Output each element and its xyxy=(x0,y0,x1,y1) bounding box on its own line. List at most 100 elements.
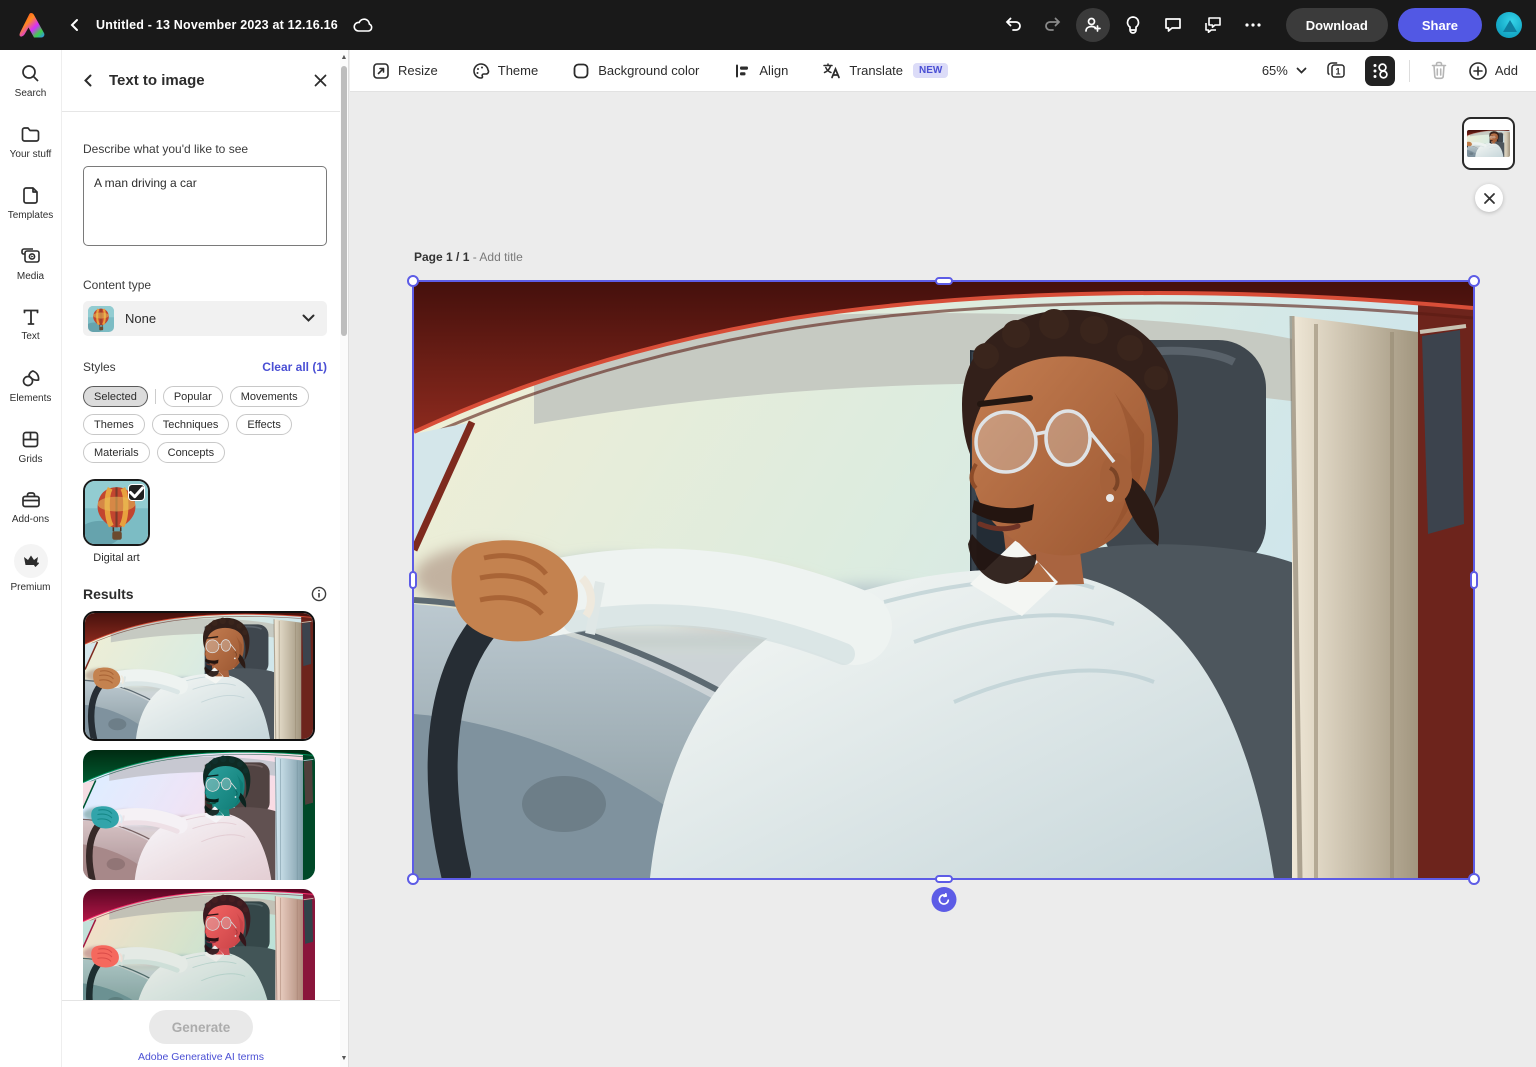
delete-button[interactable] xyxy=(1424,56,1454,86)
sidebar-item-premium[interactable]: Premium xyxy=(0,538,61,599)
style-chip-popular[interactable]: Popular xyxy=(163,386,223,407)
toolbar-divider xyxy=(1409,60,1410,82)
resize-handle-sw[interactable] xyxy=(407,873,419,885)
scrollbar-up-arrow[interactable]: ▲ xyxy=(340,52,348,64)
templates-icon xyxy=(20,185,41,206)
text-icon xyxy=(21,307,41,327)
style-chip-movements[interactable]: Movements xyxy=(230,386,309,407)
sidebar-item-templates[interactable]: Templates xyxy=(0,172,61,233)
chevron-down-icon xyxy=(302,314,315,323)
background-color-button[interactable]: Background color xyxy=(572,62,699,80)
content-type-value: None xyxy=(125,311,156,326)
zoom-level-control[interactable]: 65% xyxy=(1262,63,1307,78)
sidebar-item-text[interactable]: Text xyxy=(0,294,61,355)
versions-button[interactable] xyxy=(1196,8,1230,42)
redo-button[interactable] xyxy=(1036,8,1070,42)
sidebar-item-search[interactable]: Search xyxy=(0,50,61,111)
page-thumbnail[interactable] xyxy=(1462,117,1515,170)
undo-button[interactable] xyxy=(996,8,1030,42)
page-title-placeholder[interactable]: - Add title xyxy=(473,250,523,264)
theme-button[interactable]: Theme xyxy=(472,62,538,80)
generate-button[interactable]: Generate xyxy=(149,1010,254,1044)
document-title[interactable]: Untitled - 13 November 2023 at 12.16.16 xyxy=(96,18,338,32)
media-icon xyxy=(20,246,42,267)
prompt-input[interactable]: A man driving a car xyxy=(83,166,327,246)
sidebar-item-grids[interactable]: Grids xyxy=(0,416,61,477)
generated-image[interactable] xyxy=(414,282,1473,878)
plus-circle-icon xyxy=(1468,61,1488,81)
close-icon xyxy=(1483,192,1496,205)
pages-view-button[interactable]: 1 xyxy=(1321,56,1351,86)
panel-footer: Generate Adobe Generative AI terms xyxy=(62,1000,340,1067)
resize-handle-se[interactable] xyxy=(1468,873,1480,885)
chip-divider xyxy=(155,389,156,404)
adobe-express-logo[interactable] xyxy=(18,12,46,38)
sidebar-item-media[interactable]: Media xyxy=(0,233,61,294)
page-number: Page 1 / 1 xyxy=(414,250,469,264)
panel-header: Text to image xyxy=(62,50,348,112)
clear-all-link[interactable]: Clear all (1) xyxy=(262,360,327,374)
comment-button[interactable] xyxy=(1156,8,1190,42)
resize-handle-ne[interactable] xyxy=(1468,275,1480,287)
style-chip-themes[interactable]: Themes xyxy=(83,414,145,435)
page-label[interactable]: Page 1 / 1 - Add title xyxy=(414,250,523,264)
text-to-image-panel: Text to image Describe what you'd like t… xyxy=(62,50,349,1067)
translate-button[interactable]: Translate NEW xyxy=(822,62,948,80)
style-chip-concepts[interactable]: Concepts xyxy=(157,442,225,463)
scrollbar-thumb[interactable] xyxy=(341,66,347,336)
align-button[interactable]: Align xyxy=(733,62,788,80)
lightbulb-tips-button[interactable] xyxy=(1116,8,1150,42)
resize-handle-right[interactable] xyxy=(1470,571,1478,589)
resize-handle-top[interactable] xyxy=(935,277,953,285)
zoom-level-value: 65% xyxy=(1262,63,1288,78)
panel-back-button[interactable] xyxy=(82,74,95,87)
info-icon[interactable] xyxy=(311,586,327,602)
chevron-down-icon xyxy=(1296,67,1307,75)
close-pages-panel-button[interactable] xyxy=(1475,184,1503,212)
grids-icon xyxy=(20,429,41,450)
result-thumbnail-1[interactable] xyxy=(83,611,315,741)
style-category-chips: Selected Popular Movements Themes Techni… xyxy=(83,386,327,463)
style-card-digital-art[interactable]: Digital art xyxy=(83,479,150,564)
download-button[interactable]: Download xyxy=(1286,8,1388,42)
canvas-toolbar: Resize Theme Background color Align Tran… xyxy=(350,50,1536,92)
sidebar-item-add-ons[interactable]: Add-ons xyxy=(0,477,61,538)
results-label: Results xyxy=(83,586,134,602)
panel-close-button[interactable] xyxy=(313,73,328,88)
styles-label: Styles xyxy=(83,360,116,374)
main-area: Resize Theme Background color Align Tran… xyxy=(350,50,1536,1067)
cloud-sync-icon xyxy=(352,16,374,34)
user-avatar[interactable] xyxy=(1496,12,1522,38)
result-thumbnail-2[interactable] xyxy=(83,750,315,880)
result-thumbnail-3[interactable] xyxy=(83,889,315,1000)
scenes-panel-toggle-button[interactable] xyxy=(1365,56,1395,86)
style-chip-materials[interactable]: Materials xyxy=(83,442,150,463)
canvas-workspace[interactable]: Page 1 / 1 - Add title xyxy=(350,92,1536,1067)
share-button[interactable]: Share xyxy=(1398,8,1482,42)
panel-scrollbar[interactable]: ▲ ▼ xyxy=(340,50,348,1067)
resize-handle-nw[interactable] xyxy=(407,275,419,287)
resize-button[interactable]: Resize xyxy=(372,62,438,80)
more-options-button[interactable] xyxy=(1236,8,1270,42)
content-type-select[interactable]: None xyxy=(83,301,327,336)
invite-collaborators-button[interactable] xyxy=(1076,8,1110,42)
sidebar-item-elements[interactable]: Elements xyxy=(0,355,61,416)
elements-icon xyxy=(20,368,42,389)
style-chip-effects[interactable]: Effects xyxy=(236,414,291,435)
pages-icon: 1 xyxy=(1325,61,1347,81)
style-chip-techniques[interactable]: Techniques xyxy=(152,414,230,435)
back-button[interactable] xyxy=(68,18,82,32)
resize-handle-bottom[interactable] xyxy=(935,875,953,883)
style-selected-checkbox[interactable] xyxy=(128,484,145,501)
prompt-label: Describe what you'd like to see xyxy=(83,142,327,156)
theme-icon xyxy=(472,62,490,80)
scrollbar-down-arrow[interactable]: ▼ xyxy=(340,1053,348,1065)
crown-icon xyxy=(14,544,48,578)
generative-ai-terms-link[interactable]: Adobe Generative AI terms xyxy=(138,1051,264,1063)
add-content-button[interactable]: Add xyxy=(1468,61,1518,81)
background-color-icon xyxy=(572,62,590,80)
sidebar-item-your-stuff[interactable]: Your stuff xyxy=(0,111,61,172)
style-chip-selected[interactable]: Selected xyxy=(83,386,148,407)
rotate-handle[interactable] xyxy=(931,887,956,912)
resize-handle-left[interactable] xyxy=(409,571,417,589)
